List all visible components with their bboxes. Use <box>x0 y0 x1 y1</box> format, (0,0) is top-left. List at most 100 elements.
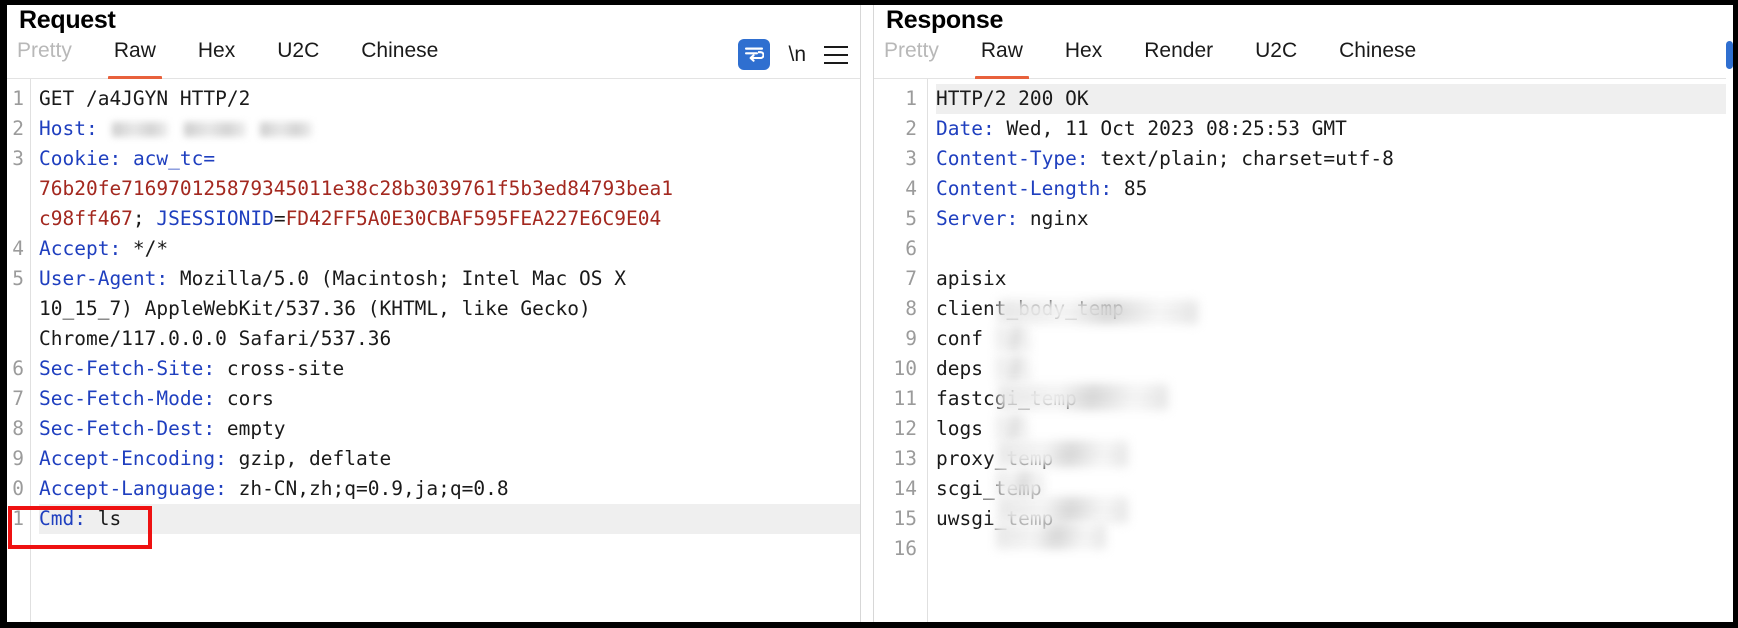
response-line-3: Content-Type: text/plain; charset=utf-8 <box>936 144 1733 174</box>
line-number: 3 <box>12 147 24 170</box>
response-body-entry: logs <box>936 417 983 440</box>
line-number: 2 <box>12 117 24 140</box>
sec-fetch-site-key: Sec-Fetch-Site: <box>39 357 216 380</box>
response-tab-u2c[interactable]: U2C <box>1255 38 1297 71</box>
response-body-entry: client_body_temp <box>936 297 1124 320</box>
sec-fetch-site-value: cross-site <box>215 357 345 380</box>
response-pane: Response Pretty Raw Hex Render U2C Chine… <box>874 5 1733 622</box>
word-wrap-icon[interactable] <box>738 39 771 70</box>
cookie-name-acw-tc: acw_tc <box>132 147 204 170</box>
request-tab-raw[interactable]: Raw <box>107 38 162 80</box>
sec-fetch-mode-value: cors <box>215 387 274 410</box>
newline-toggle[interactable]: \n <box>788 44 806 65</box>
response-line-5: Server: nginx <box>936 204 1733 234</box>
request-line-5: User-Agent: Mozilla/5.0 (Macintosh; Inte… <box>39 264 860 294</box>
line-number: 7 <box>12 387 24 410</box>
server-header-value: nginx <box>1018 207 1089 230</box>
line-number: 5 <box>12 267 24 290</box>
response-tab-hex[interactable]: Hex <box>1065 38 1102 71</box>
line-number: 12 <box>893 417 917 440</box>
cookie-name-jsessionid: JSESSIONID <box>156 207 274 230</box>
cmd-header-key: Cmd: <box>39 507 86 530</box>
response-body-entry: uwsgi_temp <box>936 507 1054 530</box>
content-type-key: Content-Type: <box>936 147 1089 170</box>
sec-fetch-mode-key: Sec-Fetch-Mode: <box>39 387 216 410</box>
request-line-3-wrap-b: c98ff467; JSESSIONID=FD42FF5A0E30CBAF595… <box>39 204 860 234</box>
line-number: 15 <box>893 507 917 530</box>
response-line-4: Content-Length: 85 <box>936 174 1733 204</box>
cookie-equals: = <box>203 147 216 170</box>
response-line-6 <box>936 234 1733 264</box>
request-tab-u2c[interactable]: U2C <box>277 38 319 71</box>
response-panel-title: Response <box>886 6 1004 34</box>
line-number: 13 <box>893 447 917 470</box>
request-line-9: Accept-Encoding: gzip, deflate <box>39 444 860 474</box>
request-line-10: Accept-Language: zh-CN,zh;q=0.9,ja;q=0.8 <box>39 474 860 504</box>
request-pane: Request Pretty Raw Hex U2C Chinese \n 1 … <box>7 5 860 622</box>
request-line-2: Host: <box>39 114 860 144</box>
accept-header-key: Accept: <box>39 237 122 260</box>
user-agent-header-value: Mozilla/5.0 (Macintosh; Intel Mac OS X <box>168 267 627 290</box>
date-header-key: Date: <box>936 117 995 140</box>
line-number: 7 <box>905 267 917 290</box>
date-header-value: Wed, 11 Oct 2023 08:25:53 GMT <box>994 117 1347 140</box>
request-editor[interactable]: 1 2 3 4 5 6 7 8 9 0 1 GET /a4JGYN HTTP/2… <box>7 79 860 622</box>
pane-splitter[interactable] <box>860 5 874 622</box>
response-tab-render[interactable]: Render <box>1144 38 1213 71</box>
response-body-entry: apisix <box>936 267 1007 290</box>
line-number: 1 <box>12 507 24 530</box>
request-code[interactable]: GET /a4JGYN HTTP/2 Host: Cookie: acw_tc=… <box>31 79 860 622</box>
cookie-jsessionid-value: FD42FF5A0E30CBAF595FEA227E6C9E04 <box>285 207 662 230</box>
line-number: 4 <box>12 237 24 260</box>
response-body-entry: deps <box>936 357 983 380</box>
response-tab-pretty[interactable]: Pretty <box>884 38 939 71</box>
response-line-11: fastcgi_temp <box>936 384 1733 414</box>
response-body-entry: proxy_temp <box>936 447 1054 470</box>
request-line-7: Sec-Fetch-Mode: cors <box>39 384 860 414</box>
sec-fetch-dest-value: empty <box>215 417 286 440</box>
line-number: 0 <box>12 477 24 500</box>
request-tab-pretty[interactable]: Pretty <box>17 38 72 71</box>
line-number: 8 <box>12 417 24 440</box>
host-redaction <box>259 122 312 137</box>
request-tabbar: Pretty Raw Hex U2C Chinese \n <box>7 31 860 80</box>
cmd-header-value: ls <box>85 507 122 530</box>
request-tab-chinese[interactable]: Chinese <box>361 38 438 71</box>
accept-encoding-value: gzip, deflate <box>226 447 392 470</box>
user-agent-header-key: User-Agent: <box>39 267 169 290</box>
content-type-value: text/plain; charset=utf-8 <box>1088 147 1394 170</box>
response-tab-chinese[interactable]: Chinese <box>1339 38 1416 71</box>
response-tab-raw[interactable]: Raw <box>974 38 1029 80</box>
scrollbar-thumb[interactable] <box>1726 41 1733 69</box>
burp-repeater-window: Request Pretty Raw Hex U2C Chinese \n 1 … <box>0 0 1738 628</box>
response-line-13: proxy_temp <box>936 444 1733 474</box>
response-editor[interactable]: 1 2 3 4 5 6 7 8 9 10 11 12 13 14 15 16 H… <box>874 79 1733 622</box>
cookie-separator: ; <box>132 207 157 230</box>
request-line-11: Cmd: ls <box>39 504 860 534</box>
response-line-12: logs <box>936 414 1733 444</box>
request-line-6: Sec-Fetch-Site: cross-site <box>39 354 860 384</box>
response-line-15: uwsgi_temp <box>936 504 1733 534</box>
line-number: 1 <box>12 87 24 110</box>
response-line-2: Date: Wed, 11 Oct 2023 08:25:53 GMT <box>936 114 1733 144</box>
request-line-4: Accept: */* <box>39 234 860 264</box>
cookie-equals-2: = <box>273 207 286 230</box>
line-number <box>9 204 24 234</box>
response-body-entry: fastcgi_temp <box>936 387 1077 410</box>
line-number: 5 <box>905 207 917 230</box>
request-line-1: GET /a4JGYN HTTP/2 <box>39 84 860 114</box>
request-tab-hex[interactable]: Hex <box>198 38 235 71</box>
response-line-16 <box>936 534 1733 564</box>
response-scrollbar[interactable] <box>1726 5 1733 622</box>
line-number: 3 <box>905 147 917 170</box>
response-line-14: scgi_temp <box>936 474 1733 504</box>
line-number: 9 <box>12 447 24 470</box>
response-code[interactable]: HTTP/2 200 OK Date: Wed, 11 Oct 2023 08:… <box>928 79 1733 622</box>
line-number: 1 <box>905 87 917 110</box>
line-number: 6 <box>12 357 24 380</box>
line-number: 9 <box>905 327 917 350</box>
host-header-key: Host: <box>39 117 98 140</box>
response-status-line: HTTP/2 200 OK <box>936 87 1089 110</box>
hamburger-menu-icon[interactable] <box>824 45 848 64</box>
sec-fetch-dest-key: Sec-Fetch-Dest: <box>39 417 216 440</box>
